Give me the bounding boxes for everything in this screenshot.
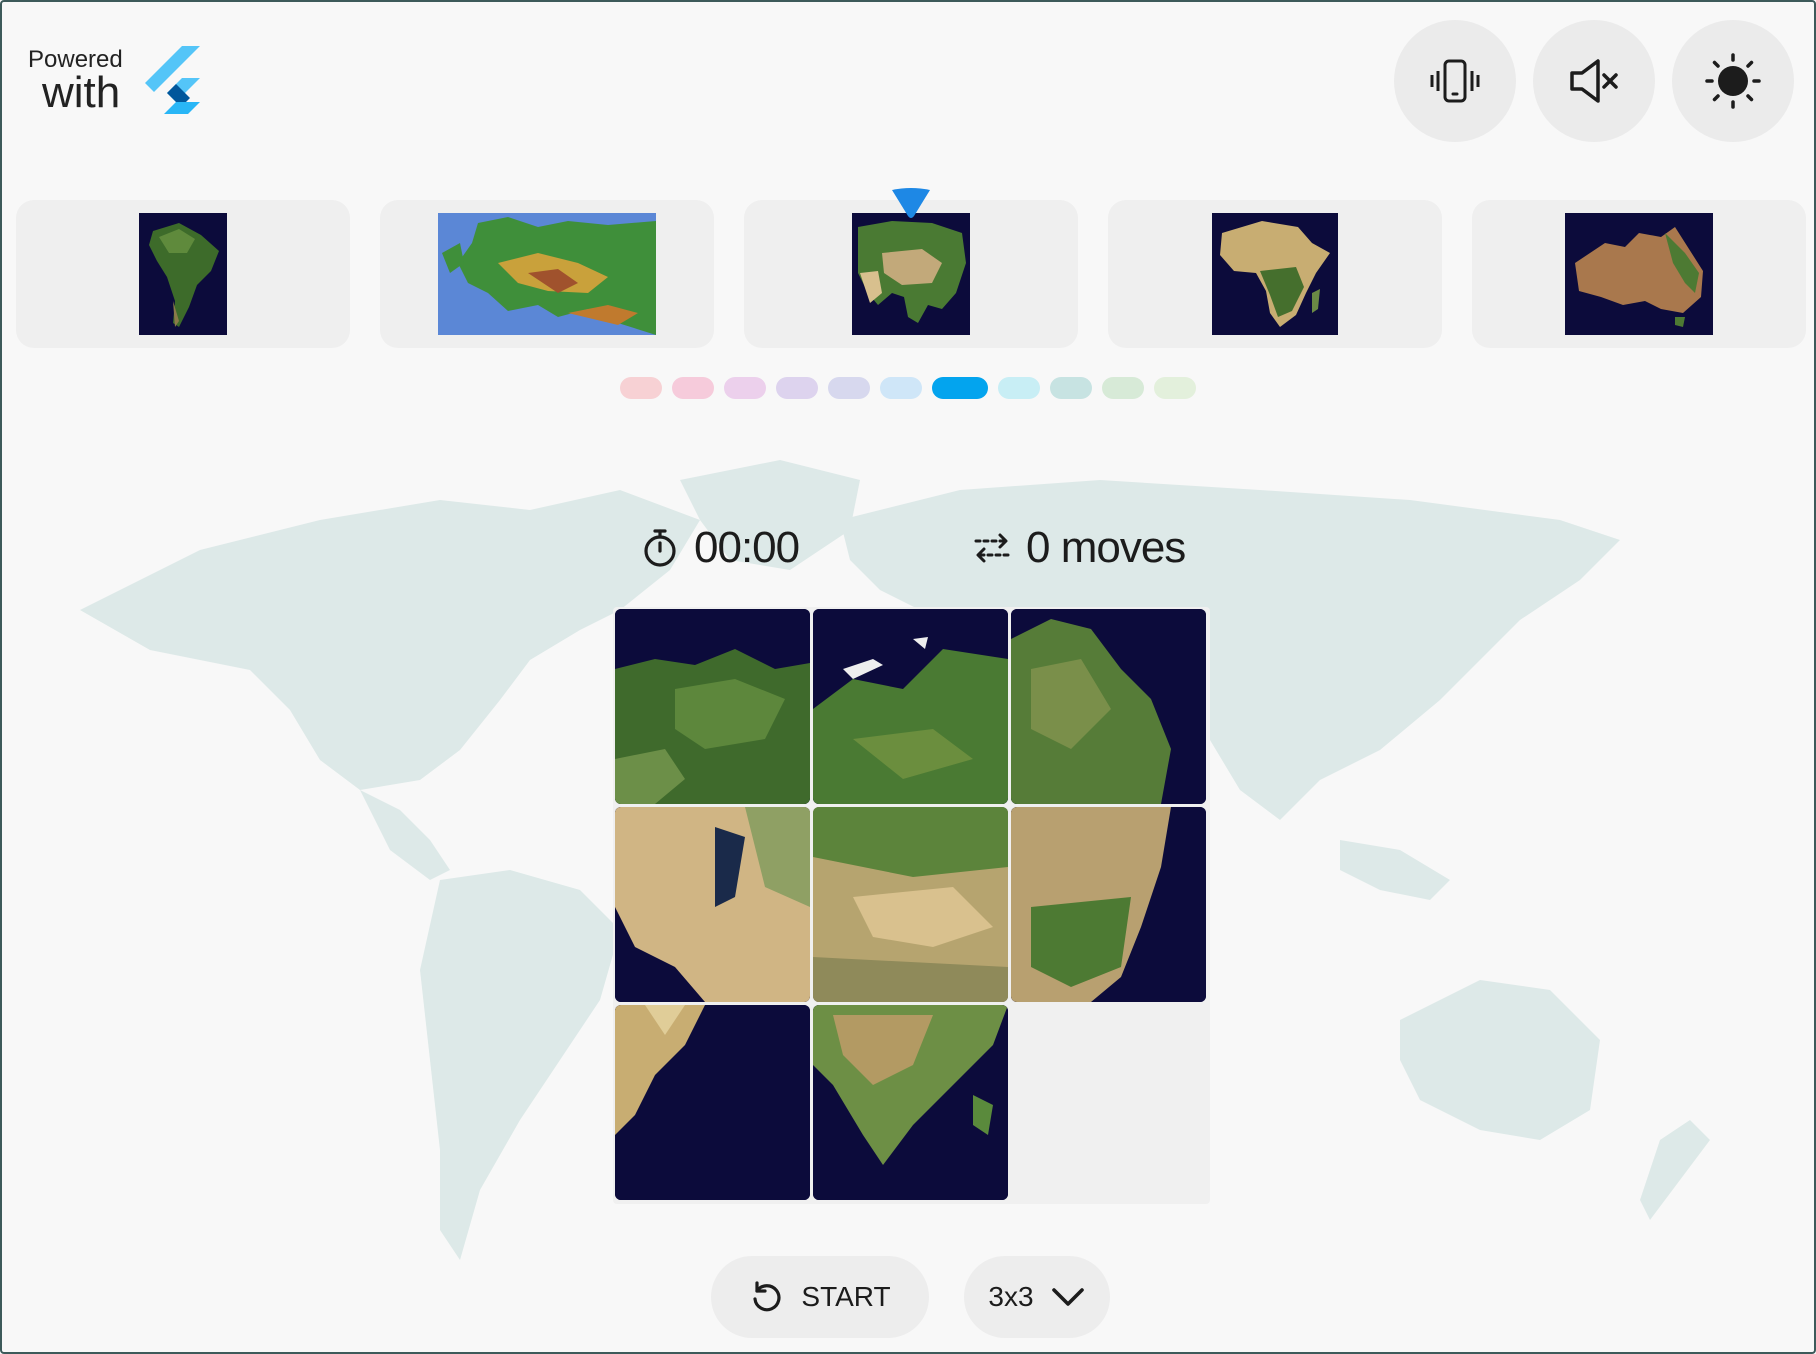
level-dot[interactable]	[620, 377, 662, 399]
continent-card-south-america[interactable]	[16, 200, 350, 348]
powered-with-flutter-logo[interactable]: Powered with	[28, 46, 218, 117]
continent-card-africa[interactable]	[1108, 200, 1442, 348]
continent-card-europe[interactable]	[380, 200, 714, 348]
level-dot[interactable]	[1102, 377, 1144, 399]
puzzle-tile-6[interactable]	[1011, 807, 1206, 1002]
level-dot[interactable]	[724, 377, 766, 399]
continent-card-australia[interactable]	[1472, 200, 1806, 348]
start-button[interactable]: START	[711, 1256, 929, 1338]
level-dot[interactable]	[1050, 377, 1092, 399]
south-america-thumbnail	[139, 213, 227, 335]
sound-toggle-button[interactable]	[1533, 20, 1655, 142]
puzzle-tile-1[interactable]	[615, 609, 810, 804]
asia-thumbnail	[852, 213, 970, 335]
level-dot[interactable]	[828, 377, 870, 399]
grid-size-dropdown[interactable]: 3x3	[964, 1256, 1110, 1338]
puzzle-empty-slot	[1011, 1005, 1206, 1200]
continent-card-asia[interactable]	[744, 200, 1078, 348]
puzzle-tile-8[interactable]	[813, 1005, 1008, 1200]
level-dot[interactable]	[672, 377, 714, 399]
vibration-icon	[1430, 59, 1480, 103]
with-label: with	[42, 68, 121, 117]
puzzle-tile-3[interactable]	[1011, 609, 1206, 804]
level-dot[interactable]	[998, 377, 1040, 399]
vibration-button[interactable]	[1394, 20, 1516, 142]
puzzle-tile-4[interactable]	[615, 807, 810, 1002]
timer-display: 00:00	[640, 520, 800, 576]
timer-icon	[644, 529, 676, 567]
level-dot[interactable]	[880, 377, 922, 399]
timer-value: 00:00	[694, 523, 800, 572]
sun-icon	[1705, 53, 1761, 109]
volume-off-icon	[1570, 59, 1618, 103]
grid-size-label: 3x3	[988, 1281, 1034, 1312]
puzzle-board	[613, 607, 1210, 1204]
moves-value: 0 moves	[1026, 523, 1186, 572]
flutter-logo-icon	[145, 46, 200, 114]
level-dot[interactable]	[1154, 377, 1196, 399]
puzzle-tile-7[interactable]	[615, 1005, 810, 1200]
selected-pointer-icon	[892, 188, 930, 218]
swap-arrows-icon	[974, 533, 1010, 563]
europe-thumbnail	[438, 213, 656, 335]
start-label: START	[801, 1281, 891, 1312]
restart-icon	[753, 1281, 781, 1312]
level-dot[interactable]	[776, 377, 818, 399]
africa-thumbnail	[1212, 213, 1338, 335]
moves-counter: 0 moves	[972, 520, 1186, 576]
australia-thumbnail	[1565, 213, 1713, 335]
chevron-down-icon	[1051, 1288, 1084, 1306]
puzzle-tile-2[interactable]	[813, 609, 1008, 804]
theme-toggle-button[interactable]	[1672, 20, 1794, 142]
puzzle-tile-5[interactable]	[813, 807, 1008, 1002]
level-dot-active[interactable]	[932, 377, 988, 399]
